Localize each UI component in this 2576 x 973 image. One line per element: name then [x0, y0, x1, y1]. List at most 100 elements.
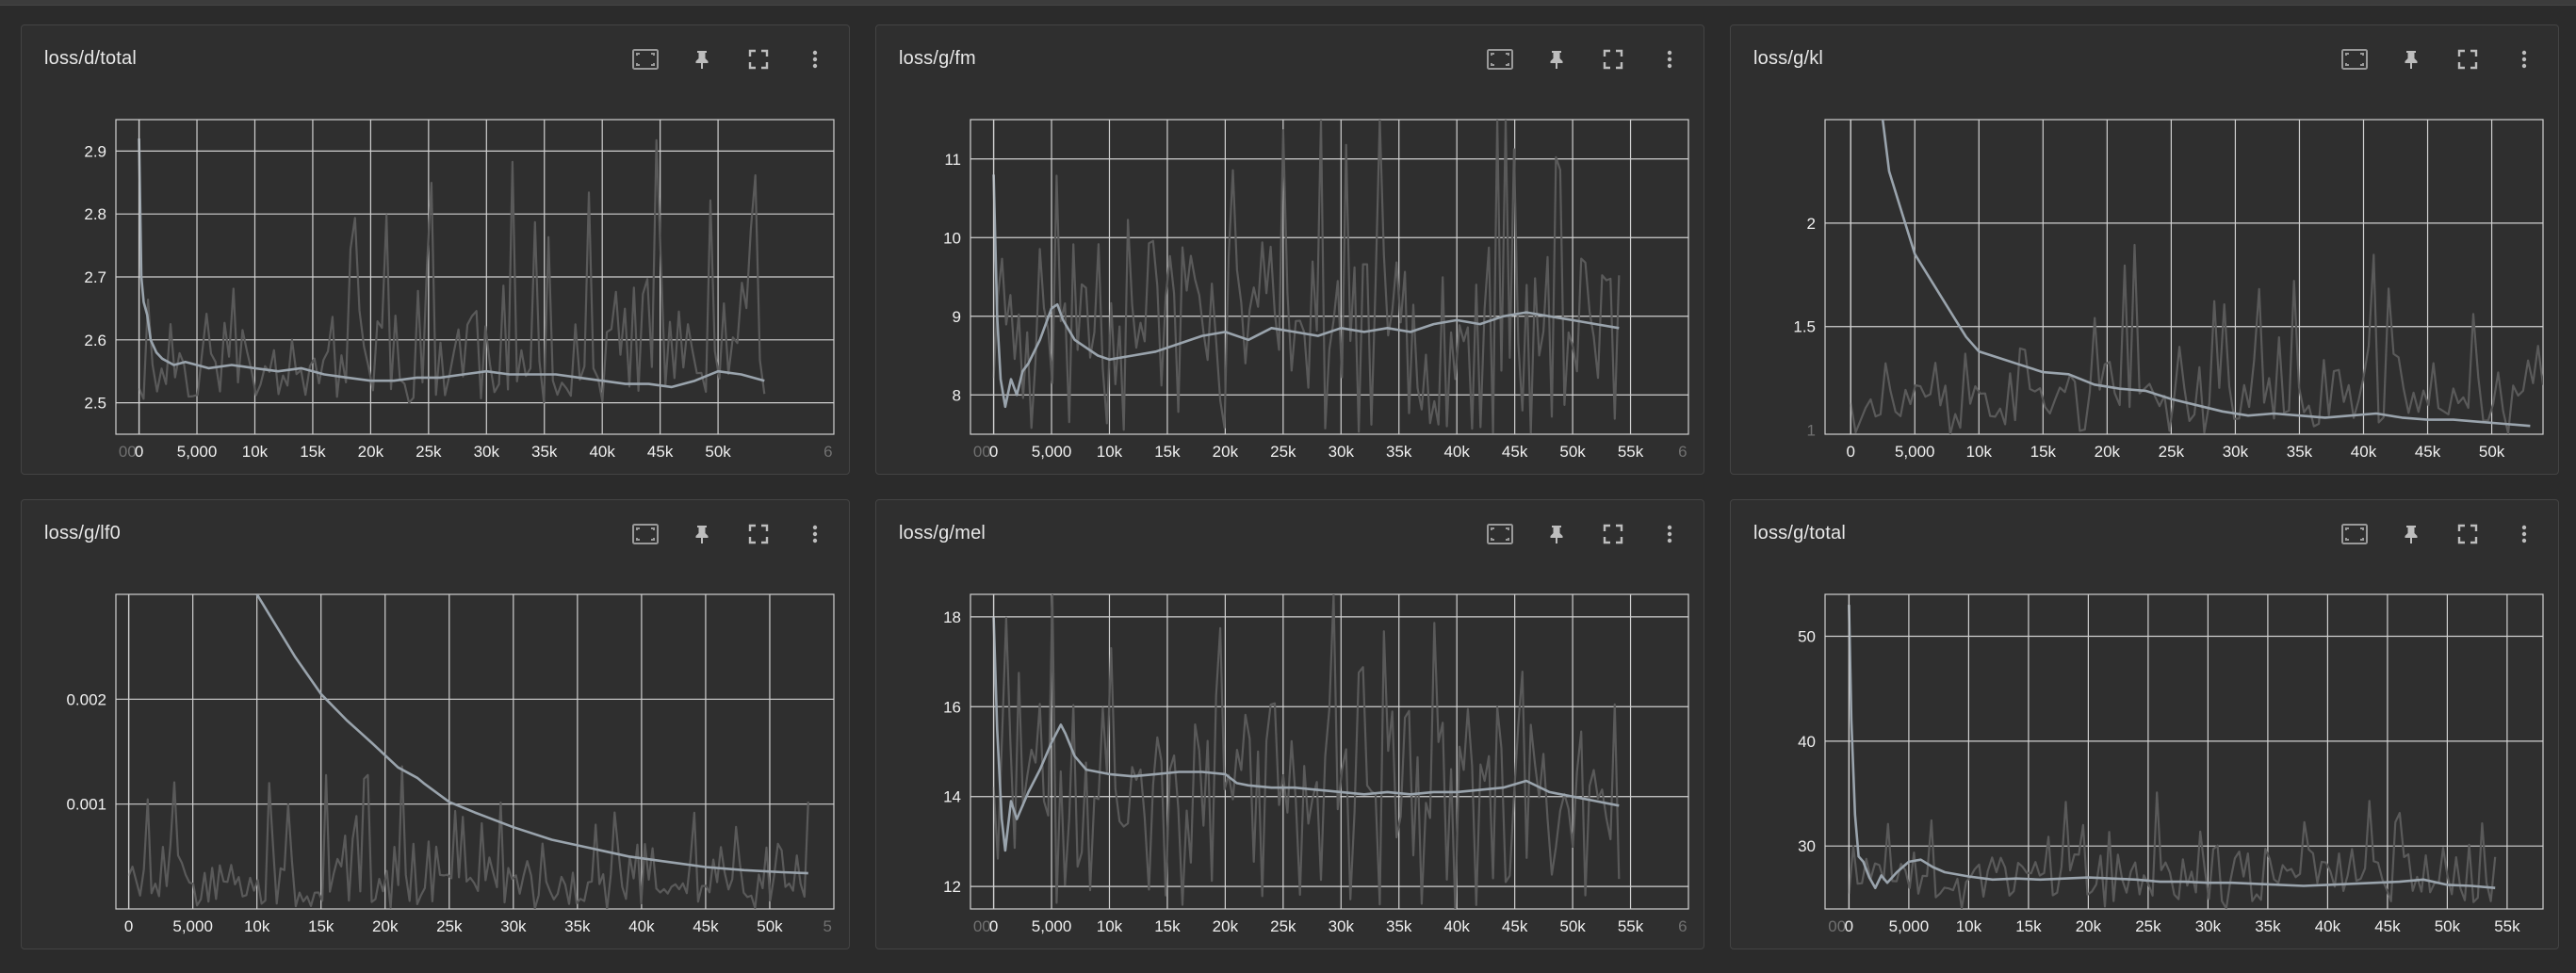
raw-series-line: [138, 138, 766, 404]
y-tick-label: 12: [943, 878, 961, 896]
x-tick-label: 5,000: [172, 917, 213, 935]
raw-series-line: [992, 120, 1621, 434]
x-tick-label: 6: [823, 443, 832, 461]
series-group: [992, 120, 1621, 434]
x-tick-label: 15k: [2015, 917, 2042, 935]
x-tick-label: 15k: [2030, 443, 2057, 461]
card-title: loss/d/total: [44, 48, 138, 69]
x-tick-label: 55k: [1618, 443, 1644, 461]
chart-card-loss-g-fm: loss/g/fm 00 0 5,000 10k 15k 20k 25k 30k 35k 40k 4…: [875, 24, 1704, 475]
chart-card-loss-g-lf0: loss/g/lf0 0 5,000 10k 15k 20k 25k 30k 35k 40k 45…: [21, 499, 850, 949]
more-vert-icon[interactable]: [798, 517, 832, 551]
x-tick-label: 55k: [1618, 917, 1644, 935]
x-tick-label: 20k: [1213, 443, 1239, 461]
y-tick-label: 0.001: [66, 796, 106, 814]
x-tick-label: 15k: [308, 917, 334, 935]
x-tick-label: 5,000: [1032, 443, 1072, 461]
x-tick-label: 5,000: [1889, 917, 1930, 935]
line-chart[interactable]: 000 5,000 10k 15k 20k 25k 30k 35k 40k 45k 50k 62.52…: [22, 93, 851, 474]
fullscreen-icon[interactable]: [742, 42, 775, 76]
x-tick-label: 15k: [1154, 443, 1181, 461]
series-group: [992, 594, 1621, 909]
y-tick-label: 11: [944, 151, 961, 169]
more-vert-icon[interactable]: [798, 42, 832, 76]
x-tick-label: 30k: [1329, 917, 1355, 935]
x-tick-label: 50k: [757, 917, 783, 935]
pin-icon[interactable]: [2394, 517, 2428, 551]
x-tick-label: 45k: [2415, 443, 2441, 461]
x-tick-label: 25k: [416, 443, 442, 461]
fit-domain-icon[interactable]: [1483, 42, 1517, 76]
x-tick-label: 5,000: [1895, 443, 1935, 461]
line-chart[interactable]: 000 5,000 10k 15k 20k 25k 30k 35k 40k 45k 50k 55k 68…: [876, 93, 1705, 474]
x-tick-label: 30k: [1329, 443, 1355, 461]
chart-card-loss-g-total: loss/g/total 00 0 5,000 10k 15k 20k 25k 30k 35k 4…: [1730, 499, 2559, 949]
x-tick-label: 20k: [358, 443, 384, 461]
card-actions: [628, 42, 832, 76]
x-tick-label: 40k: [1443, 443, 1470, 461]
fit-domain-icon[interactable]: [2338, 42, 2372, 76]
x-tick-label: 45k: [2374, 917, 2401, 935]
fullscreen-icon[interactable]: [742, 517, 775, 551]
x-tick-label: 25k: [2159, 443, 2185, 461]
x-tick-label: 25k: [2135, 917, 2161, 935]
x-tick-label: 40k: [2351, 443, 2377, 461]
x-tick-label: 50k: [705, 443, 731, 461]
series-group: [127, 594, 809, 909]
x-tick-label: 20k: [2076, 917, 2102, 935]
fullscreen-icon[interactable]: [2451, 42, 2485, 76]
card-actions: [2338, 517, 2541, 551]
x-tick-label: 55k: [2494, 917, 2520, 935]
line-chart[interactable]: 000 5,000 10k 15k 20k 25k 30k 35k 40k 45k 50k 55k 61…: [876, 568, 1705, 949]
series-group: [1848, 594, 2497, 909]
plot-frame: [115, 593, 835, 910]
x-tick-label: 50k: [2435, 917, 2461, 935]
fullscreen-icon[interactable]: [2451, 517, 2485, 551]
x-tick-label: 0: [989, 917, 998, 935]
fullscreen-icon[interactable]: [1596, 517, 1630, 551]
fit-domain-icon[interactable]: [1483, 517, 1517, 551]
fit-domain-icon[interactable]: [628, 517, 662, 551]
fit-domain-icon[interactable]: [628, 42, 662, 76]
chart-card-loss-g-kl: loss/g/kl 0 5,000 10k 15k 20k 25k 30k 35k 40k 45k…: [1730, 24, 2559, 475]
raw-series-line: [1848, 791, 2497, 909]
line-chart[interactable]: 0 5,000 10k 15k 20k 25k 30k 35k 40k 45k 50k 1 1.5 2: [1731, 93, 2560, 474]
y-tick-label: 0.002: [66, 690, 106, 708]
y-tick-label: 10: [943, 229, 961, 247]
y-tick-label: 30: [1798, 837, 1816, 855]
pin-icon[interactable]: [685, 42, 719, 76]
pin-icon[interactable]: [685, 517, 719, 551]
x-tick-label: 45k: [647, 443, 674, 461]
pin-icon[interactable]: [2394, 42, 2428, 76]
x-tick-label: 20k: [2095, 443, 2121, 461]
x-tick-label: 30k: [474, 443, 500, 461]
card-actions: [1483, 42, 1687, 76]
y-tick-label: 14: [943, 788, 961, 806]
y-tick-label: 40: [1798, 733, 1816, 751]
smoothed-series-line: [1881, 120, 2531, 428]
x-tick-label: 0: [135, 443, 143, 461]
x-tick-label: 40k: [2315, 917, 2341, 935]
line-chart[interactable]: 000 5,000 10k 15k 20k 25k 30k 35k 40k 45k 50k 55k 30…: [1731, 568, 2560, 949]
more-vert-icon[interactable]: [1653, 517, 1687, 551]
x-tick-label: 5,000: [1032, 917, 1072, 935]
pin-icon[interactable]: [1540, 42, 1573, 76]
y-tick-label: 2.9: [84, 142, 106, 160]
x-tick-label: 25k: [1270, 917, 1296, 935]
line-chart[interactable]: 0 5,000 10k 15k 20k 25k 30k 35k 40k 45k 50k 5 0.001 0…: [22, 568, 851, 949]
x-tick-label: 10k: [1097, 443, 1123, 461]
x-tick-label: 5,000: [177, 443, 218, 461]
x-tick-label: 30k: [500, 917, 527, 935]
more-vert-icon[interactable]: [2507, 517, 2541, 551]
smoothed-series-line: [138, 138, 765, 389]
fit-domain-icon[interactable]: [2338, 517, 2372, 551]
chart-card-loss-g-mel: loss/g/mel 00 0 5,000 10k 15k 20k 25k 30k 35k 40k…: [875, 499, 1704, 949]
card-title: loss/g/fm: [899, 48, 976, 69]
fullscreen-icon[interactable]: [1596, 42, 1630, 76]
x-tick-label: 25k: [1270, 443, 1296, 461]
x-tick-label: 6: [1678, 917, 1687, 935]
x-tick-label: 10k: [1956, 917, 1982, 935]
pin-icon[interactable]: [1540, 517, 1573, 551]
more-vert-icon[interactable]: [2507, 42, 2541, 76]
more-vert-icon[interactable]: [1653, 42, 1687, 76]
